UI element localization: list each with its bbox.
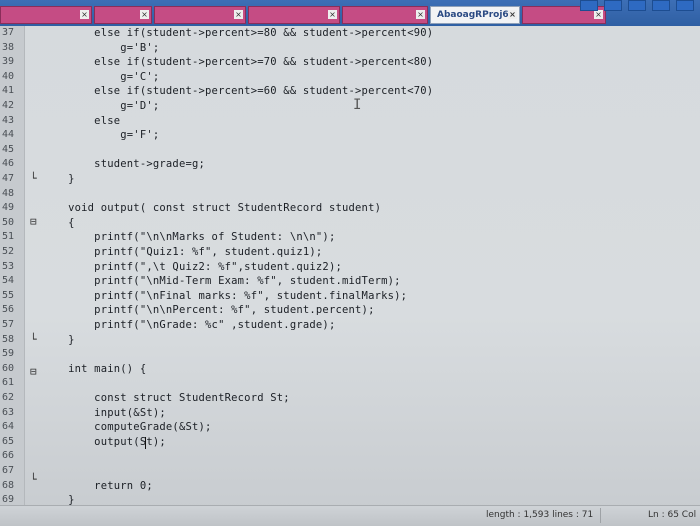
close-icon[interactable]: × [594,10,603,19]
line-number: 60 [2,362,15,374]
tab-active-file[interactable]: AbaoagRProj6.c × [430,6,520,24]
line-number: 66 [2,450,15,462]
code-line[interactable]: int main() { [42,363,146,375]
line-number: 59 [2,348,15,360]
code-line[interactable]: g='F'; [42,129,159,141]
fold-marker-icon[interactable]: ⊟ [30,365,37,378]
line-number: 56 [2,304,15,316]
code-line[interactable]: else if(student->percent>=70 && student-… [42,56,433,68]
code-line[interactable]: printf("\nFinal marks: %f", student.fina… [42,290,407,302]
line-number: 55 [2,289,15,301]
line-number: 53 [2,260,15,272]
line-number: 69 [2,494,15,506]
line-number: 45 [2,143,15,155]
tab-file-2[interactable]: × [94,6,152,24]
code-line[interactable]: g='B'; [42,42,159,54]
code-line[interactable]: printf("\n\nMarks of Student: \n\n"); [42,231,335,243]
tab-file-5[interactable]: × [342,6,428,24]
tab-bar: × × × × × AbaoagRProj6.c × × [0,0,700,26]
close-icon[interactable]: × [80,10,89,19]
line-number: 43 [2,114,15,126]
close-icon[interactable]: × [416,10,425,19]
toolbar-icon[interactable] [652,0,670,11]
line-number: 40 [2,70,15,82]
line-number: 50 [2,216,15,228]
line-number: 61 [2,377,15,389]
line-number: 64 [2,421,15,433]
tab-file-1[interactable]: × [0,6,92,24]
line-number: 67 [2,465,15,476]
fold-marker-icon[interactable]: └ [30,333,37,346]
fold-marker-icon[interactable]: └ [30,172,37,185]
code-line[interactable]: g='C'; [42,71,159,83]
code-line[interactable]: printf("\nGrade: %c" ,student.grade); [42,319,335,331]
text-caret [145,437,146,449]
fold-marker-icon[interactable]: └ [30,473,37,486]
code-line[interactable]: printf("Quiz1: %f", student.quiz1); [42,246,322,258]
code-line[interactable]: input(&St); [42,407,166,419]
status-bar: length : 1,593 lines : 71 Ln : 65 Col [0,505,700,526]
line-number: 58 [2,333,15,345]
line-number: 57 [2,319,15,330]
line-number: 44 [2,129,15,141]
code-line[interactable]: } [42,173,75,185]
code-line[interactable]: student->grade=g; [42,158,205,170]
close-icon[interactable]: × [234,10,243,19]
code-line[interactable]: else if(student->percent>=80 && student-… [42,27,433,39]
line-number: 62 [2,392,15,403]
fold-marker-icon[interactable]: ⊟ [30,215,37,228]
close-icon[interactable]: × [508,10,517,19]
code-line[interactable]: else if(student->percent>=60 && student-… [42,85,433,97]
close-icon[interactable]: × [328,10,337,19]
toolbar-icon[interactable] [628,0,646,11]
mouse-ibeam-icon: I [353,97,362,113]
toolbar-icon[interactable] [604,0,622,11]
code-line[interactable]: printf("\nMid-Term Exam: %f", student.mi… [42,275,401,287]
close-icon[interactable]: × [140,10,149,19]
tab-label: AbaoagRProj6.c [437,10,518,20]
code-line[interactable]: void output( const struct StudentRecord … [42,202,381,214]
toolbar-icon[interactable] [580,0,598,11]
line-number: 38 [2,41,15,53]
code-line[interactable]: printf("\n\nPercent: %f", student.percen… [42,304,375,316]
line-number: 54 [2,275,15,287]
line-number: 47 [2,173,15,184]
code-line[interactable]: } [42,334,75,346]
code-line[interactable]: else [42,115,120,127]
line-number: 68 [2,479,15,491]
line-number: 48 [2,187,15,199]
line-number: 41 [2,85,15,97]
line-number: 49 [2,202,15,214]
code-line[interactable]: g='D'; [42,100,159,112]
line-number: 46 [2,158,15,170]
code-line[interactable]: const struct StudentRecord St; [42,392,290,404]
code-line[interactable]: return 0; [42,480,153,492]
tab-file-3[interactable]: × [154,6,246,24]
line-number: 52 [2,246,15,257]
cursor-position: Ln : 65 Col [648,510,697,520]
status-divider [600,508,601,523]
code-line[interactable]: printf(",\t Quiz2: %f",student.quiz2); [42,261,342,273]
line-number: 51 [2,231,15,243]
line-number: 65 [2,435,15,447]
document-length: length : 1,593 lines : 71 [486,510,594,520]
code-line[interactable]: { [42,217,75,229]
line-number: 42 [2,100,15,111]
tab-file-4[interactable]: × [248,6,340,24]
toolbar-icon[interactable] [676,0,694,11]
editor-window: × × × × × AbaoagRProj6.c × × └ ⊟ └ ⊟ └ 3… [0,0,700,526]
code-line[interactable]: output(St); [42,436,166,448]
line-number: 39 [2,56,15,68]
line-number: 37 [2,27,15,38]
code-line[interactable]: computeGrade(&St); [42,421,212,433]
line-number: 63 [2,406,15,418]
toolbar-icons [580,0,694,11]
